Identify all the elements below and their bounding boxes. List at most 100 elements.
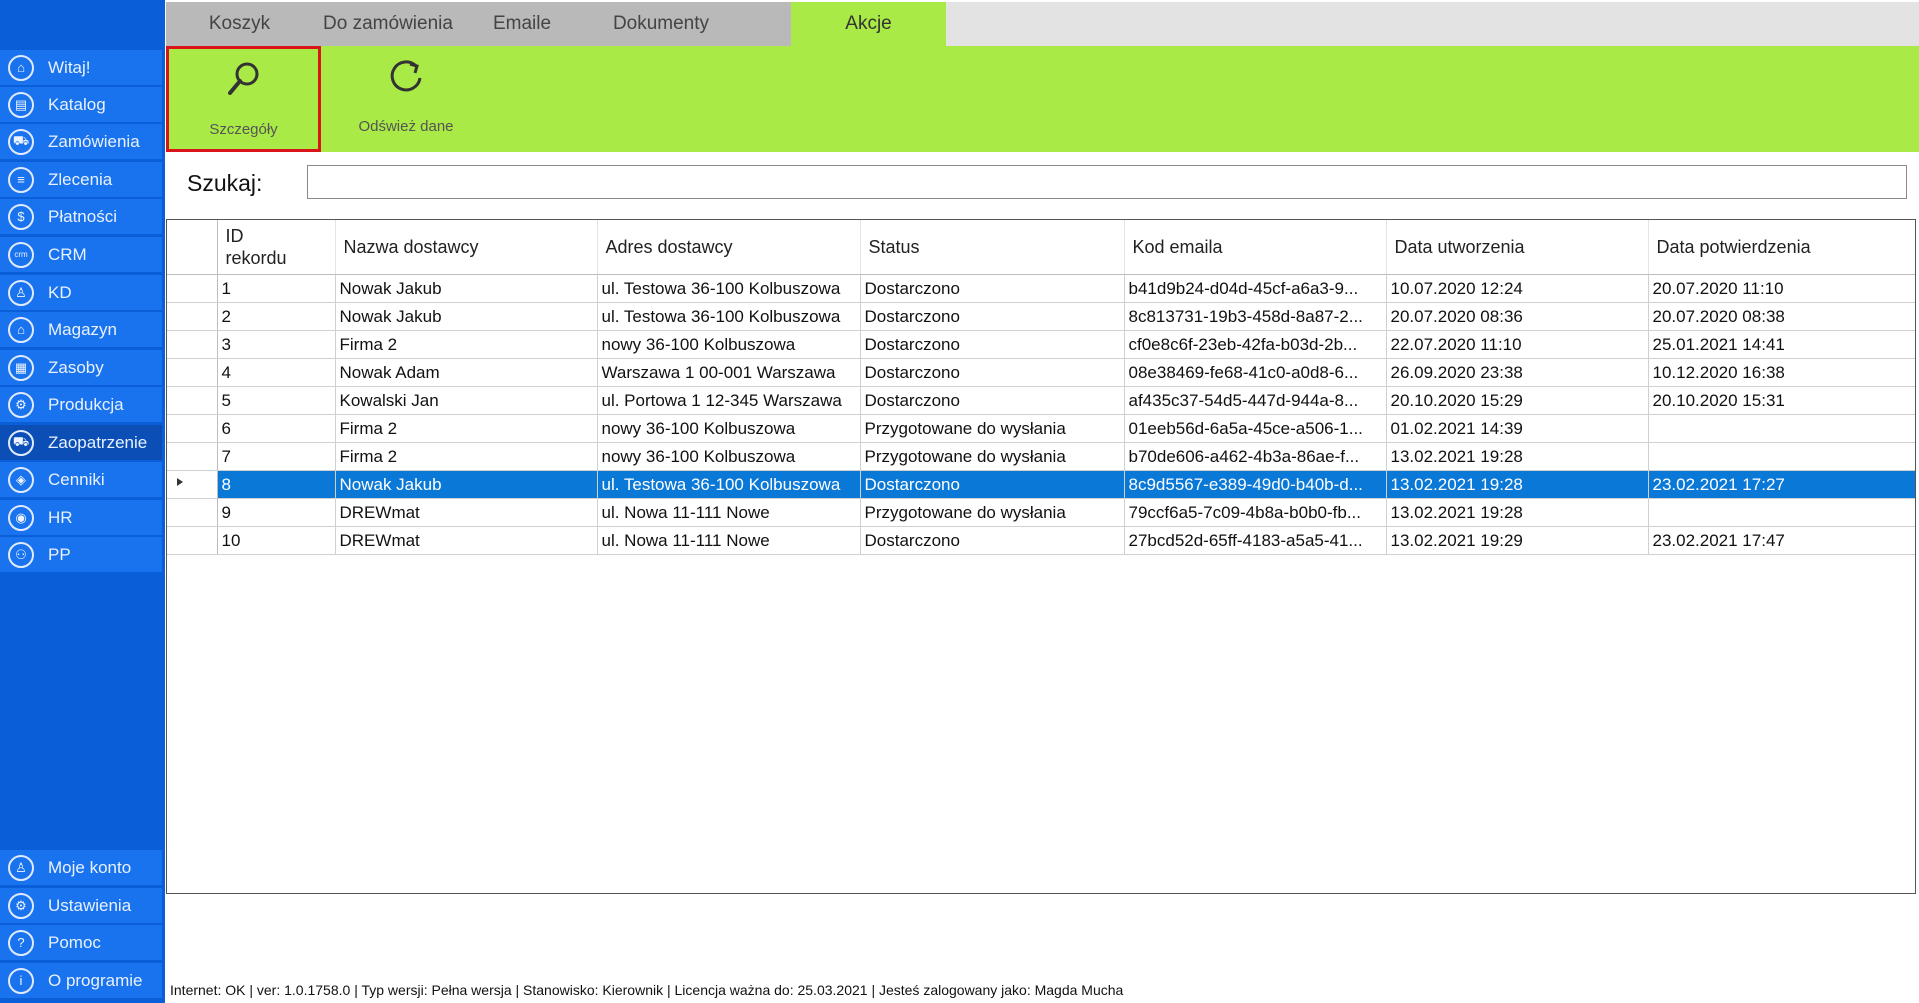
table-cell[interactable]: DREWmat (335, 498, 598, 527)
sidebar-item-moje-konto[interactable]: ♙ Moje konto (0, 850, 162, 885)
search-input[interactable] (307, 165, 1907, 199)
table-cell[interactable]: Dostarczono (860, 470, 1125, 499)
table-cell[interactable]: Firma 2 (335, 330, 598, 359)
table-row[interactable]: 5 Kowalski Jan ul. Portowa 1 12-345 Warsza… (167, 386, 1915, 415)
table-cell[interactable]: 25.01.2021 14:41 (1648, 330, 1915, 359)
table-cell[interactable] (1648, 498, 1915, 527)
sidebar-item-zasoby[interactable]: ▦ Zasoby (0, 350, 162, 385)
table-cell[interactable]: b70de606-a462-4b3a-86ae-f... (1124, 442, 1387, 471)
table-cell[interactable]: Dostarczono (860, 274, 1125, 303)
sidebar-item-witaj-[interactable]: ⌂ Witaj! (0, 50, 162, 85)
table-cell[interactable]: 01.02.2021 14:39 (1386, 414, 1649, 443)
sidebar-item-p-atno-ci[interactable]: $ Płatności (0, 199, 162, 234)
table-cell[interactable]: 8c813731-19b3-458d-8a87-2... (1124, 302, 1387, 331)
column-header[interactable]: Nazwa dostawcy (335, 220, 598, 275)
table-cell[interactable]: nowy 36-100 Kolbuszowa (597, 330, 861, 359)
table-cell[interactable]: 13.02.2021 19:29 (1386, 526, 1649, 555)
table-cell[interactable]: Dostarczono (860, 386, 1125, 415)
table-cell[interactable]: 8c9d5567-e389-49d0-b40b-d... (1124, 470, 1387, 499)
table-row[interactable]: 3 Firma 2 nowy 36-100 Kolbuszowa Dostarczo… (167, 330, 1915, 359)
table-cell[interactable]: 8 (217, 470, 336, 499)
row-pointer-icon[interactable] (167, 470, 218, 499)
refresh-button[interactable]: Odśwież dane (331, 46, 481, 152)
sidebar-item-zaopatrzenie[interactable]: ⛟ Zaopatrzenie (0, 425, 162, 460)
table-cell[interactable]: 20.07.2020 11:10 (1648, 274, 1915, 303)
table-cell[interactable]: Dostarczono (860, 358, 1125, 387)
table-cell[interactable]: ul. Nowa 11-111 Nowe (597, 498, 861, 527)
sidebar-item-pp[interactable]: ⚇ PP (0, 537, 162, 572)
tab-do-zamowienia[interactable]: Do zamówienia (313, 2, 463, 46)
column-header[interactable]: Kod emaila (1124, 220, 1387, 275)
row-header[interactable] (167, 302, 218, 331)
table-cell[interactable]: Przygotowane do wysłania (860, 414, 1125, 443)
table-cell[interactable]: 79ccf6a5-7c09-4b8a-b0b0-fb... (1124, 498, 1387, 527)
table-cell[interactable]: ul. Portowa 1 12-345 Warszawa (597, 386, 861, 415)
sidebar-item-zam-wienia[interactable]: ⛟ Zamówienia (0, 124, 162, 159)
table-cell[interactable]: 6 (217, 414, 336, 443)
table-cell[interactable]: 01eeb56d-6a5a-45ce-a506-1... (1124, 414, 1387, 443)
table-cell[interactable]: ul. Testowa 36-100 Kolbuszowa (597, 302, 861, 331)
sidebar-item-pomoc[interactable]: ? Pomoc (0, 925, 162, 960)
table-cell[interactable]: af435c37-54d5-447d-944a-8... (1124, 386, 1387, 415)
details-button[interactable]: Szczegóły (166, 46, 321, 152)
sidebar-item-katalog[interactable]: ▤ Katalog (0, 87, 162, 122)
table-cell[interactable]: nowy 36-100 Kolbuszowa (597, 414, 861, 443)
column-header[interactable]: ID rekordu (217, 220, 336, 275)
table-row[interactable]: 1 Nowak Jakub ul. Testowa 36-100 Kolbuszow… (167, 274, 1915, 303)
sidebar-item-ustawienia[interactable]: ⚙ Ustawienia (0, 888, 162, 923)
table-cell[interactable]: Warszawa 1 00-001 Warszawa (597, 358, 861, 387)
table-cell[interactable]: Firma 2 (335, 414, 598, 443)
table-cell[interactable]: 13.02.2021 19:28 (1386, 442, 1649, 471)
table-row[interactable]: 7 Firma 2 nowy 36-100 Kolbuszowa Przygotow… (167, 442, 1915, 471)
sidebar-item-kd[interactable]: ♙ KD (0, 275, 162, 310)
table-cell[interactable]: 10.12.2020 16:38 (1648, 358, 1915, 387)
table-cell[interactable]: Nowak Jakub (335, 302, 598, 331)
column-header[interactable]: Data utworzenia (1386, 220, 1649, 275)
table-cell[interactable]: cf0e8c6f-23eb-42fa-b03d-2b... (1124, 330, 1387, 359)
table-cell[interactable]: 26.09.2020 23:38 (1386, 358, 1649, 387)
table-cell[interactable]: ul. Testowa 36-100 Kolbuszowa (597, 470, 861, 499)
row-header[interactable] (167, 442, 218, 471)
tab-koszyk[interactable]: Koszyk (166, 2, 313, 46)
row-header[interactable] (167, 358, 218, 387)
row-header[interactable] (167, 498, 218, 527)
table-cell[interactable]: 20.10.2020 15:29 (1386, 386, 1649, 415)
table-cell[interactable]: Firma 2 (335, 442, 598, 471)
table-cell[interactable]: 5 (217, 386, 336, 415)
table-cell[interactable]: 1 (217, 274, 336, 303)
sidebar-item-o-programie[interactable]: i O programie (0, 963, 162, 998)
table-cell[interactable]: 13.02.2021 19:28 (1386, 470, 1649, 499)
table-cell[interactable] (1648, 442, 1915, 471)
column-header[interactable]: Status (860, 220, 1125, 275)
row-header[interactable] (167, 414, 218, 443)
table-row[interactable]: 4 Nowak Adam Warszawa 1 00-001 Warszawa Dos… (167, 358, 1915, 387)
table-cell[interactable]: Dostarczono (860, 330, 1125, 359)
sidebar-item-hr[interactable]: ◉ HR (0, 500, 162, 535)
table-cell[interactable]: 20.10.2020 15:31 (1648, 386, 1915, 415)
table-cell[interactable]: 08e38469-fe68-41c0-a0d8-6... (1124, 358, 1387, 387)
sidebar-item-zlecenia[interactable]: ≡ Zlecenia (0, 162, 162, 197)
table-row[interactable]: 6 Firma 2 nowy 36-100 Kolbuszowa Przygotow… (167, 414, 1915, 443)
table-row[interactable]: 2 Nowak Jakub ul. Testowa 36-100 Kolbuszow… (167, 302, 1915, 331)
table-cell[interactable]: 10.07.2020 12:24 (1386, 274, 1649, 303)
table-cell[interactable]: ul. Nowa 11-111 Nowe (597, 526, 861, 555)
column-header[interactable]: Data potwierdzenia (1648, 220, 1915, 275)
table-cell[interactable]: 2 (217, 302, 336, 331)
table-cell[interactable]: 22.07.2020 11:10 (1386, 330, 1649, 359)
table-cell[interactable]: Nowak Jakub (335, 470, 598, 499)
row-header[interactable] (167, 526, 218, 555)
sidebar-item-magazyn[interactable]: ⌂ Magazyn (0, 312, 162, 347)
row-header[interactable] (167, 386, 218, 415)
table-cell[interactable]: b41d9b24-d04d-45cf-a6a3-9... (1124, 274, 1387, 303)
table-cell[interactable]: 9 (217, 498, 336, 527)
column-header[interactable]: Adres dostawcy (597, 220, 861, 275)
table-cell[interactable]: 4 (217, 358, 336, 387)
tab-emaile[interactable]: Emaile (463, 2, 581, 46)
table-cell[interactable]: 13.02.2021 19:28 (1386, 498, 1649, 527)
row-header[interactable] (167, 274, 218, 303)
table-row[interactable]: 10 DREWmat ul. Nowa 11-111 Nowe Dostarczon… (167, 526, 1915, 555)
sidebar-item-cenniki[interactable]: ◈ Cenniki (0, 462, 162, 497)
table-cell[interactable]: Kowalski Jan (335, 386, 598, 415)
table-cell[interactable]: 3 (217, 330, 336, 359)
sidebar-item-crm[interactable]: crm CRM (0, 237, 162, 272)
